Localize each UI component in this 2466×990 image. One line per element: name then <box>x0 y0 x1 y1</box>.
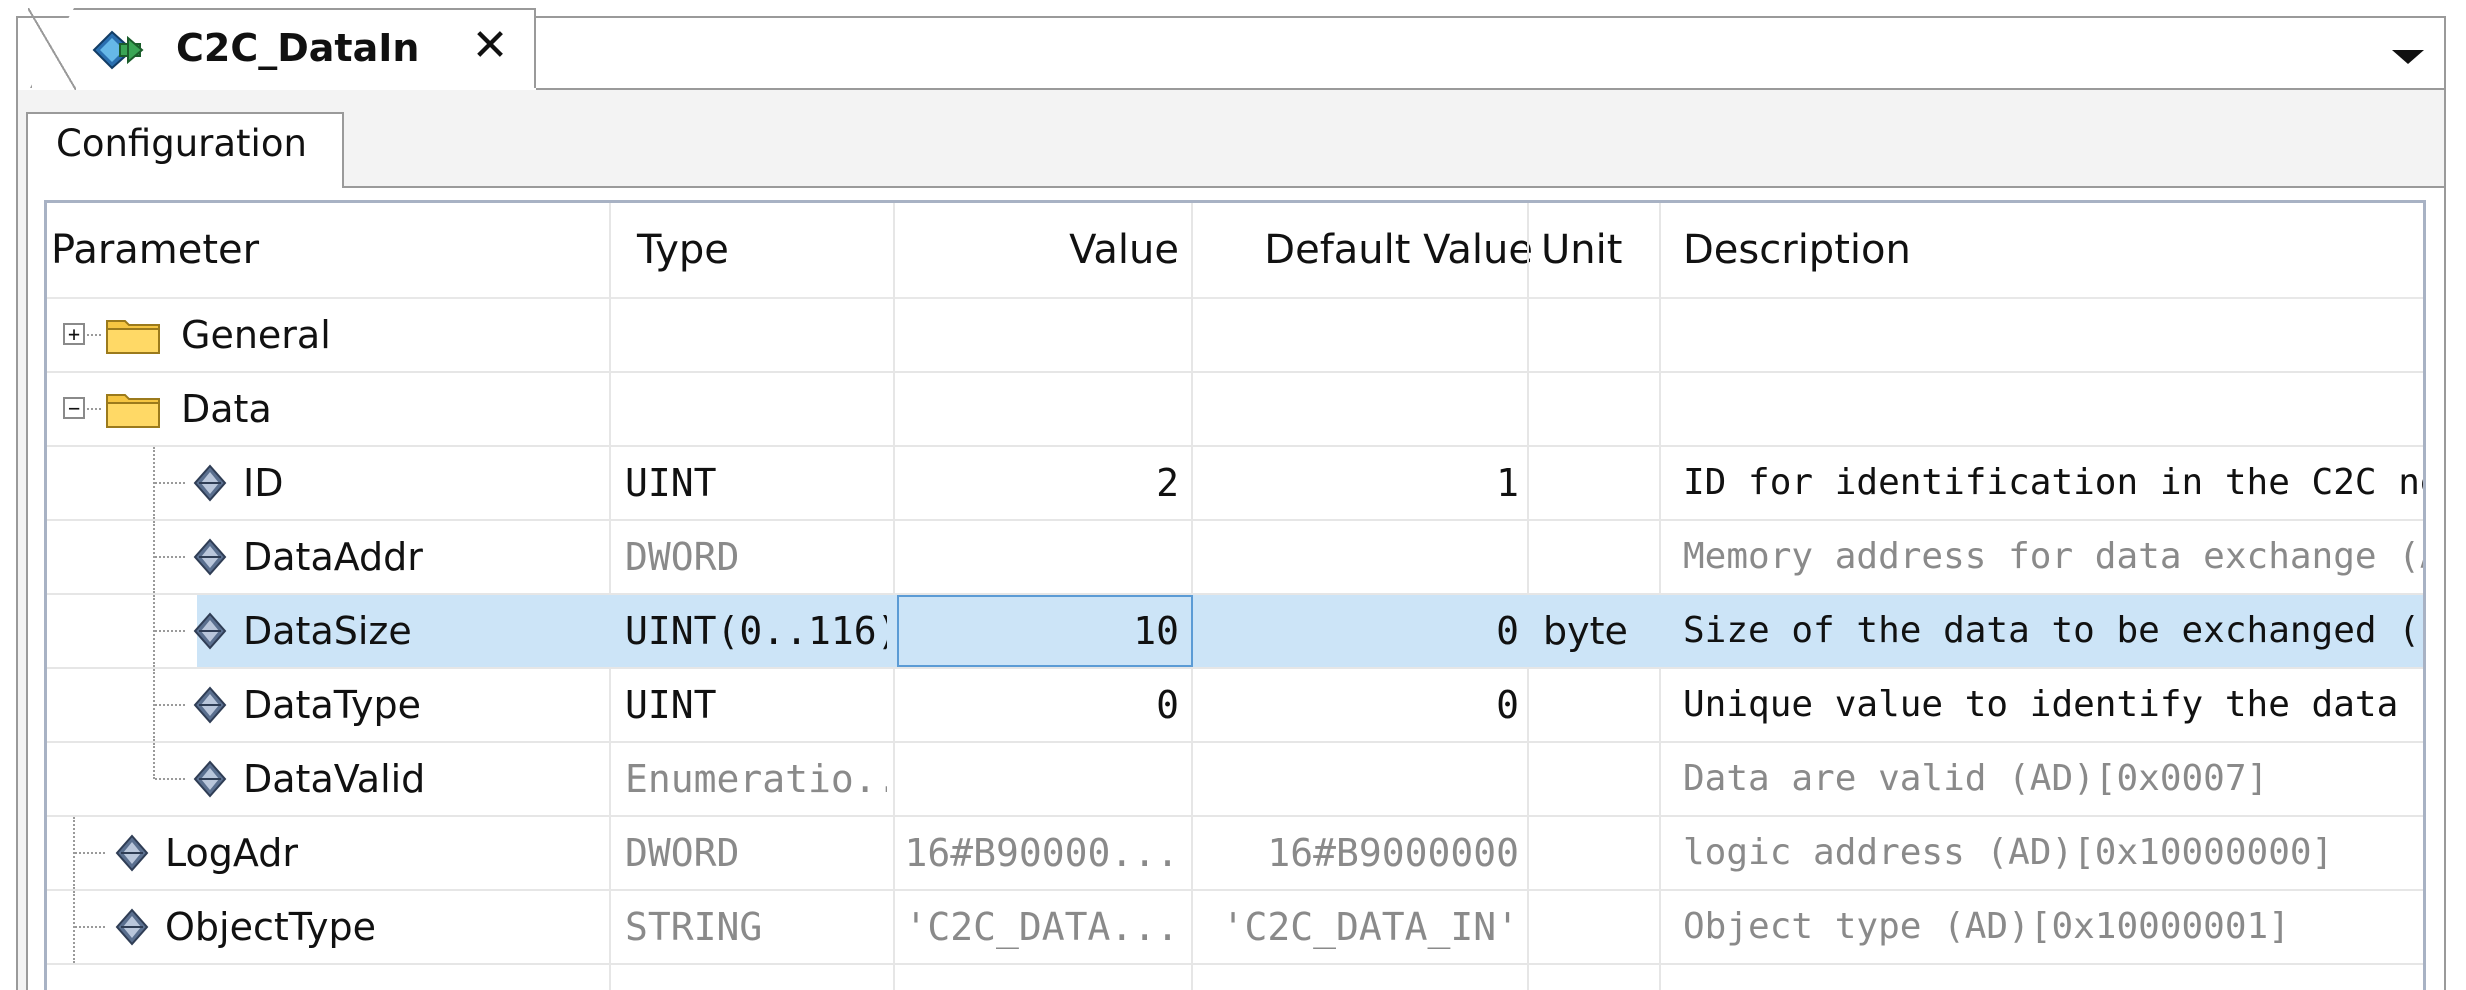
description-cell[interactable]: logic address (AD)[0x10000000] <box>1683 817 2423 889</box>
description-cell[interactable]: Object type (AD)[0x10000001] <box>1683 891 2423 963</box>
parameter-name[interactable]: DataAddr <box>243 521 603 593</box>
unit-cell[interactable] <box>1543 521 1657 593</box>
unit-cell[interactable] <box>1543 817 1657 889</box>
parameter-name[interactable]: General <box>181 299 603 371</box>
table-row[interactable]: + General <box>47 299 2423 373</box>
description-cell[interactable] <box>1683 373 2423 445</box>
tab-configuration-label: Configuration <box>56 122 307 165</box>
folder-icon <box>106 394 160 428</box>
editor-window: C2C_DataIn ✕ Configuration Parameter Typ… <box>0 0 2466 990</box>
default-value-cell[interactable] <box>1193 521 1519 593</box>
table-row[interactable]: DataValid Enumeratio... Data are valid (AD… <box>47 743 2423 817</box>
parameter-name[interactable]: ID <box>243 447 603 519</box>
parameter-icon <box>193 760 227 798</box>
type-cell[interactable]: DWORD <box>625 521 887 593</box>
parameter-icon <box>193 612 227 650</box>
default-value-cell[interactable] <box>1193 373 1519 445</box>
unit-cell[interactable]: byte <box>1543 595 1657 667</box>
value-cell[interactable] <box>897 373 1179 445</box>
parameter-name[interactable]: DataSize <box>243 595 603 667</box>
parameter-icon <box>115 908 149 946</box>
folder-icon <box>106 320 160 354</box>
description-cell[interactable]: Unique value to identify the data struc <box>1683 669 2423 741</box>
close-icon[interactable]: ✕ <box>468 24 512 68</box>
header-description[interactable]: Description <box>1683 203 2423 297</box>
table-row[interactable]: ObjectType STRING 'C2C_DATA... 'C2C_DATA_IN… <box>47 891 2423 965</box>
parameter-icon <box>115 834 149 872</box>
type-cell[interactable] <box>625 299 887 371</box>
tree-connector <box>155 778 185 780</box>
chevron-down-icon[interactable] <box>2392 50 2424 64</box>
header-type[interactable]: Type <box>637 203 887 297</box>
tree-connector <box>155 704 185 706</box>
collapse-icon[interactable]: − <box>63 397 85 419</box>
type-cell[interactable]: DWORD <box>625 817 887 889</box>
parameter-name[interactable]: LogAdr <box>165 817 603 889</box>
default-value-cell[interactable]: 0 <box>1193 595 1519 667</box>
tree-connector <box>155 556 185 558</box>
parameter-icon <box>193 464 227 502</box>
default-value-cell[interactable]: 16#B9000000 <box>1193 817 1519 889</box>
default-value-cell[interactable] <box>1193 299 1519 371</box>
parameter-name[interactable]: DataType <box>243 669 603 741</box>
type-cell[interactable]: UINT(0..116) <box>625 595 887 667</box>
value-cell[interactable]: 'C2C_DATA... <box>897 891 1179 963</box>
unit-cell[interactable] <box>1543 447 1657 519</box>
value-cell[interactable] <box>897 299 1179 371</box>
tree-connector <box>155 482 185 484</box>
type-cell[interactable]: UINT <box>625 447 887 519</box>
unit-cell[interactable] <box>1543 743 1657 815</box>
tree-connector <box>87 408 101 410</box>
table-row[interactable]: − Data <box>47 373 2423 447</box>
value-cell[interactable]: 0 <box>897 669 1179 741</box>
description-cell[interactable]: ID for identification in the C2C network <box>1683 447 2423 519</box>
type-cell[interactable]: STRING <box>625 891 887 963</box>
default-value-cell[interactable]: 1 <box>1193 447 1519 519</box>
parameter-name[interactable]: DataValid <box>243 743 603 815</box>
table-row[interactable]: ID UINT 2 1 ID for identification in the C2C… <box>47 447 2423 521</box>
default-value-cell[interactable] <box>1193 743 1519 815</box>
tree-connector <box>153 743 155 779</box>
unit-cell[interactable] <box>1543 891 1657 963</box>
table-row[interactable]: LogAdr DWORD 16#B90000... 16#B9000000 logic … <box>47 817 2423 891</box>
unit-cell[interactable] <box>1543 373 1657 445</box>
document-tab-title: C2C_DataIn <box>176 26 420 70</box>
parameter-icon <box>193 538 227 576</box>
header-default-value[interactable]: Default Value <box>1193 203 1533 297</box>
tree-connector <box>75 852 105 854</box>
value-cell[interactable]: 2 <box>897 447 1179 519</box>
parameter-name[interactable]: Data <box>181 373 603 445</box>
type-cell[interactable]: Enumeratio... <box>625 743 887 815</box>
tab-slant-edge <box>28 8 76 90</box>
header-value[interactable]: Value <box>897 203 1179 297</box>
parameter-grid: Parameter Type Value Default Value Unit … <box>44 200 2426 990</box>
default-value-cell[interactable]: 'C2C_DATA_IN' <box>1193 891 1519 963</box>
device-object-icon <box>92 30 144 70</box>
description-cell[interactable]: Size of the data to be exchanged (EF) <box>1683 595 2423 667</box>
tree-connector <box>155 630 185 632</box>
value-edit-box[interactable] <box>897 595 1193 667</box>
grid-header: Parameter Type Value Default Value Unit … <box>47 203 2423 299</box>
value-cell[interactable]: 16#B90000... <box>897 817 1179 889</box>
table-row[interactable]: DataSize UINT(0..116) 10 0 byte Size of the d… <box>47 595 2423 669</box>
description-cell[interactable]: Data are valid (AD)[0x0007] <box>1683 743 2423 815</box>
tree-connector <box>87 334 101 336</box>
header-unit[interactable]: Unit <box>1541 203 1661 297</box>
description-cell[interactable]: Memory address for data exchange (A <box>1683 521 2423 593</box>
default-value-cell[interactable]: 0 <box>1193 669 1519 741</box>
unit-cell[interactable] <box>1543 299 1657 371</box>
tree-connector <box>75 926 105 928</box>
description-cell[interactable] <box>1683 299 2423 371</box>
unit-cell[interactable] <box>1543 669 1657 741</box>
value-cell[interactable] <box>897 743 1179 815</box>
value-cell[interactable] <box>897 521 1179 593</box>
type-cell[interactable]: UINT <box>625 669 887 741</box>
expand-icon[interactable]: + <box>63 323 85 345</box>
parameter-name[interactable]: ObjectType <box>165 891 603 963</box>
table-row[interactable]: DataAddr DWORD Memory address for data exc… <box>47 521 2423 595</box>
header-parameter[interactable]: Parameter <box>51 203 601 297</box>
table-row[interactable]: DataType UINT 0 0 Unique value to identify t… <box>47 669 2423 743</box>
type-cell[interactable] <box>625 373 887 445</box>
parameter-icon <box>193 686 227 724</box>
